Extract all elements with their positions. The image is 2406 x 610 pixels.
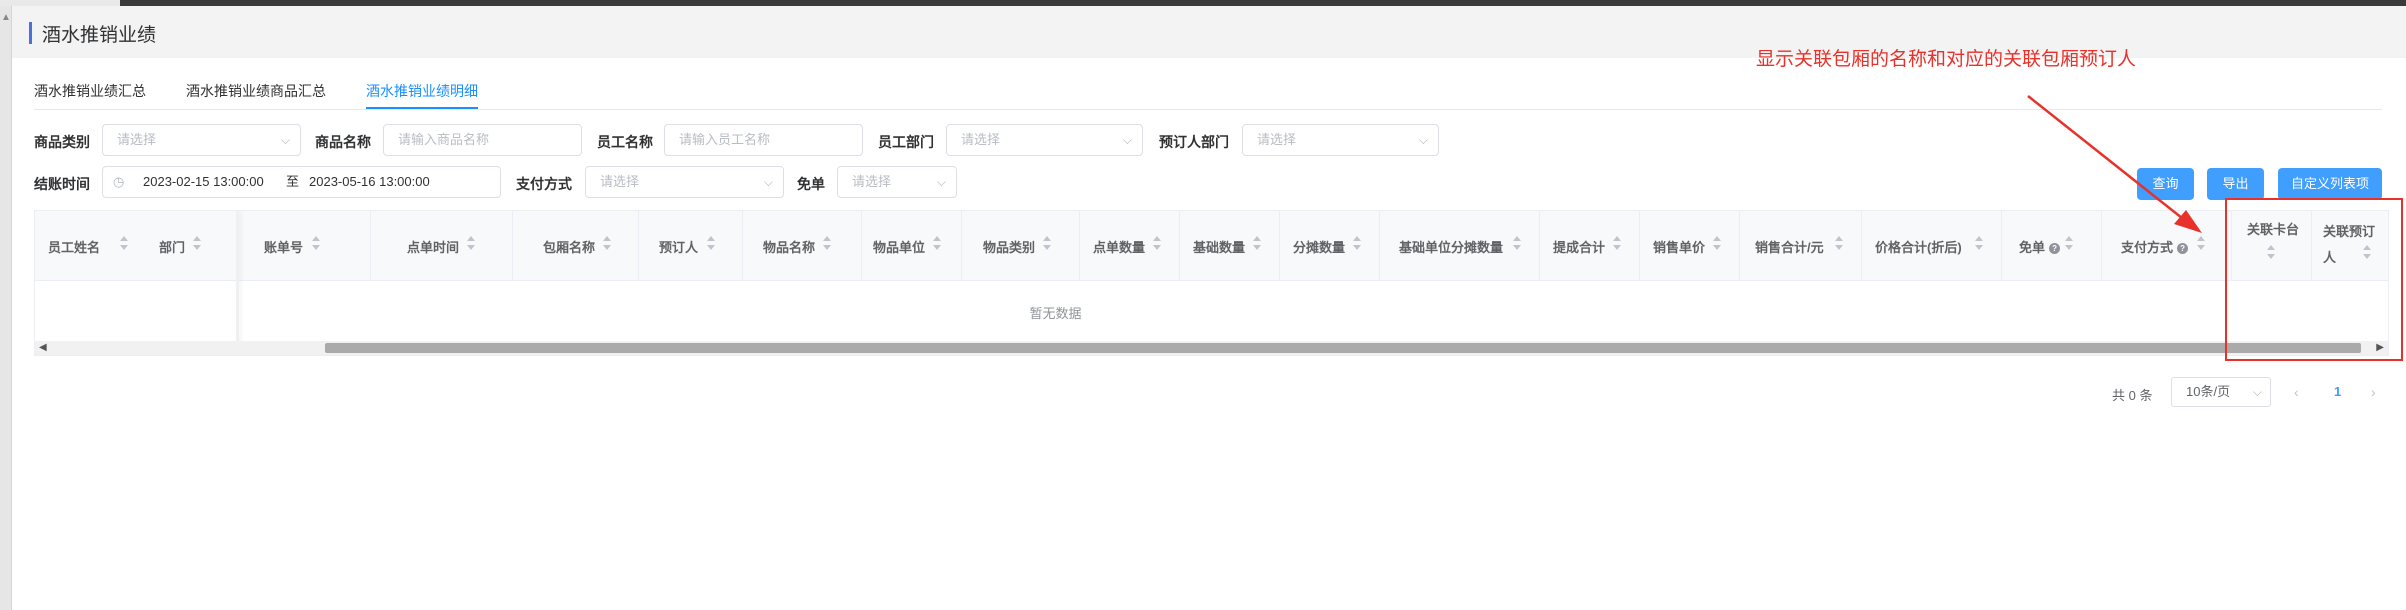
sort-icon[interactable] xyxy=(823,234,833,256)
sort-icon[interactable] xyxy=(1713,234,1723,256)
tab-detail[interactable]: 酒水推销业绩明细 xyxy=(366,81,478,101)
employee-name-label: 员工名称 xyxy=(597,134,653,150)
scrollbar-thumb[interactable] xyxy=(325,343,2361,353)
free-order-placeholder: 请选择 xyxy=(852,174,892,189)
sort-icon[interactable] xyxy=(467,234,477,256)
booker-dept-placeholder: 请选择 xyxy=(1257,132,1297,147)
column-divider xyxy=(370,211,371,280)
employee-dept-select[interactable]: 请选择 ⌵ xyxy=(946,124,1143,156)
performance-detail-table: 员工姓名 部门 账单号 点单时间 包厢名称 预订人 物品名称 物品单位 物品类别… xyxy=(34,210,2389,356)
column-divider xyxy=(1639,211,1640,280)
clock-icon: ◷ xyxy=(113,174,125,189)
sort-icon[interactable] xyxy=(603,234,613,256)
product-name-input[interactable]: 请输入商品名称 xyxy=(383,124,582,156)
checkout-date-range[interactable]: ◷ 2023-02-15 13:00:00 至 2023-05-16 13:00… xyxy=(102,166,501,198)
payment-method-select[interactable]: 请选择 ⌵ xyxy=(585,166,784,198)
column-divider xyxy=(638,211,639,280)
tab-summary[interactable]: 酒水推销业绩汇总 xyxy=(34,81,146,101)
column-divider xyxy=(1861,211,1862,280)
active-tab-indicator xyxy=(366,107,478,109)
tabs-divider xyxy=(34,109,2382,110)
scroll-left-icon[interactable]: ◀ xyxy=(39,341,47,355)
product-category-select[interactable]: 请选择 ⌵ xyxy=(102,124,301,156)
column-divider xyxy=(961,211,962,280)
sort-icon[interactable] xyxy=(1975,234,1985,256)
chevron-down-icon: ⌵ xyxy=(2252,385,2262,399)
page-title: 酒水推销业绩 xyxy=(42,25,157,46)
product-name-placeholder: 请输入商品名称 xyxy=(398,132,490,147)
sort-icon[interactable] xyxy=(2065,234,2075,256)
prev-page-icon[interactable]: ‹ xyxy=(2294,384,2299,400)
help-icon[interactable]: ? xyxy=(2177,243,2189,254)
column-divider xyxy=(1179,211,1180,280)
page-number-current[interactable]: 1 xyxy=(2334,384,2341,399)
employee-name-input[interactable]: 请输入员工名称 xyxy=(664,124,863,156)
column-divider xyxy=(2101,211,2102,280)
column-divider xyxy=(2001,211,2002,280)
sort-icon[interactable] xyxy=(1043,234,1053,256)
product-category-placeholder: 请选择 xyxy=(117,132,157,147)
arrow-shaft xyxy=(2027,95,2188,223)
sort-icon[interactable] xyxy=(1253,234,1263,256)
column-divider xyxy=(1079,211,1080,280)
title-accent-bar xyxy=(29,22,32,44)
payment-method-placeholder: 请选择 xyxy=(600,174,640,189)
sort-icon[interactable] xyxy=(707,234,717,256)
product-name-label: 商品名称 xyxy=(315,134,371,150)
table-header: 员工姓名 部门 账单号 点单时间 包厢名称 预订人 物品名称 物品单位 物品类别… xyxy=(35,211,2388,355)
column-divider xyxy=(1279,211,1280,280)
column-divider xyxy=(1379,211,1380,280)
pagination-total: 共 0 条 xyxy=(2112,388,2153,403)
help-icon[interactable]: ? xyxy=(2049,243,2061,254)
query-button[interactable]: 查询 xyxy=(2137,168,2194,200)
sort-icon[interactable] xyxy=(120,234,130,256)
fixed-column-divider xyxy=(236,211,239,355)
chevron-down-icon: ⌵ xyxy=(936,175,946,189)
column-divider xyxy=(742,211,743,280)
payment-method-label: 支付方式 xyxy=(516,176,572,192)
custom-columns-button[interactable]: 自定义列表项 xyxy=(2278,168,2382,200)
column-divider xyxy=(1539,211,1540,280)
free-order-label: 免单 xyxy=(797,176,825,192)
sort-icon[interactable] xyxy=(2197,234,2207,256)
empty-state-text: 暂无数据 xyxy=(1029,306,1082,321)
column-divider xyxy=(1739,211,1740,280)
chevron-down-icon: ⌵ xyxy=(1418,133,1428,147)
sort-icon[interactable] xyxy=(312,234,322,256)
date-separator: 至 xyxy=(286,174,300,189)
scroll-up-icon[interactable]: ▲ xyxy=(1,12,11,23)
left-scroll-gutter[interactable]: ▲ xyxy=(0,6,12,610)
date-start[interactable]: 2023-02-15 13:00:00 xyxy=(143,167,264,197)
sort-icon[interactable] xyxy=(1153,234,1163,256)
sort-icon[interactable] xyxy=(1353,234,1363,256)
chevron-down-icon: ⌵ xyxy=(763,175,773,189)
sort-icon[interactable] xyxy=(1513,234,1523,256)
chevron-down-icon: ⌵ xyxy=(1122,133,1132,147)
tab-product-summary[interactable]: 酒水推销业绩商品汇总 xyxy=(186,81,326,101)
column-divider xyxy=(861,211,862,280)
sort-icon[interactable] xyxy=(193,234,203,256)
employee-name-placeholder: 请输入员工名称 xyxy=(679,132,771,147)
export-button[interactable]: 导出 xyxy=(2207,168,2264,200)
product-category-label: 商品类别 xyxy=(34,134,90,150)
sort-icon[interactable] xyxy=(1613,234,1623,256)
employee-dept-placeholder: 请选择 xyxy=(961,132,1001,147)
booker-dept-select[interactable]: 请选择 ⌵ xyxy=(1242,124,1439,156)
checkout-time-label: 结账时间 xyxy=(34,176,90,192)
booker-dept-label: 预订人部门 xyxy=(1159,134,1229,150)
employee-dept-label: 员工部门 xyxy=(878,134,934,150)
horizontal-scrollbar[interactable]: ◀ ▶ xyxy=(35,341,2388,355)
next-page-icon[interactable]: › xyxy=(2371,384,2376,400)
annotation-highlight-box xyxy=(2225,198,2403,361)
free-order-select[interactable]: 请选择 ⌵ xyxy=(837,166,957,198)
sort-icon[interactable] xyxy=(1835,234,1845,256)
annotation-note: 显示关联包厢的名称和对应的关联包厢预订人 xyxy=(1756,49,2137,70)
column-divider xyxy=(512,211,513,280)
page-size-value: 10条/页 xyxy=(2186,384,2231,399)
date-end[interactable]: 2023-05-16 13:00:00 xyxy=(309,167,430,197)
page-size-select[interactable]: 10条/页 ⌵ xyxy=(2171,377,2271,407)
sort-icon[interactable] xyxy=(933,234,943,256)
chevron-down-icon: ⌵ xyxy=(280,133,290,147)
